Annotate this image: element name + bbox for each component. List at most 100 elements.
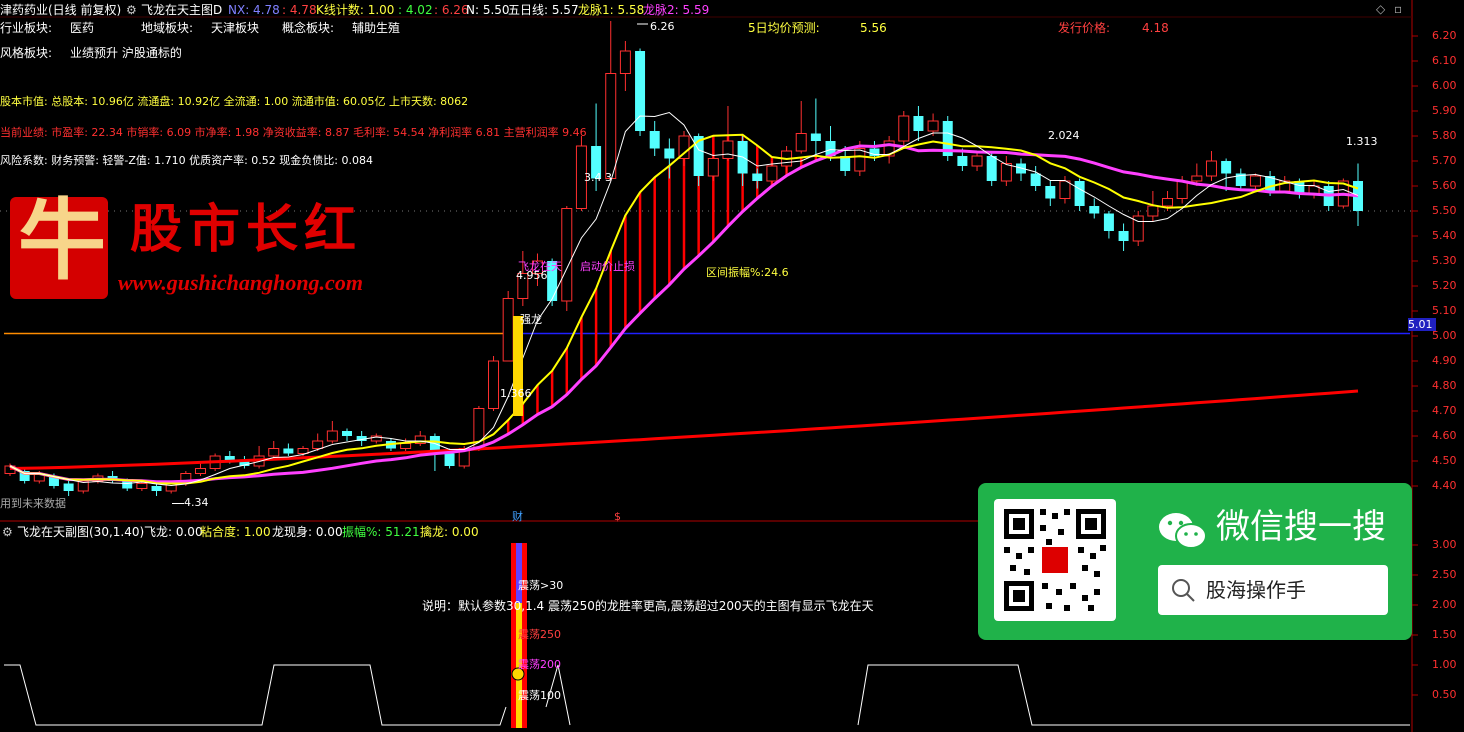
candle-down	[1030, 173, 1041, 186]
sub-band-red	[511, 543, 516, 728]
settings-icon[interactable]: ⚙	[126, 3, 137, 17]
watermark-bull: 牛	[18, 188, 107, 292]
finance-marker[interactable]: 财	[512, 510, 523, 523]
candle-down	[283, 448, 294, 454]
sub-tick: 1.00	[1432, 658, 1457, 671]
sub-tick: 1.50	[1432, 628, 1457, 641]
candle-up	[1147, 205, 1159, 217]
candle-down	[649, 131, 660, 149]
concept-label: 概念板块:	[282, 21, 335, 35]
signal-bar	[513, 316, 523, 416]
label-1366: 1.366	[500, 387, 532, 400]
candle-up	[561, 208, 573, 302]
sub-nianhe: 粘合度: 1.00	[200, 525, 271, 539]
wechat-title: 微信搜一搜	[1216, 507, 1386, 547]
sub-tick: 0.50	[1432, 688, 1457, 701]
candle-up	[854, 148, 866, 172]
indicator-title[interactable]: 飞龙在天主图D	[141, 3, 222, 17]
sub-title[interactable]: 飞龙在天副图(30,1.40)	[17, 525, 144, 539]
candle-up	[400, 443, 412, 449]
sub-label-30: 震荡>30	[518, 579, 564, 592]
candle-up	[971, 155, 983, 167]
label-1313: 1.313	[1346, 135, 1378, 148]
label-stop-loss: 启动价止损	[580, 260, 635, 273]
candle-up	[722, 140, 734, 159]
candle-up	[1249, 175, 1261, 187]
ma5-label: 五日线: 5.57	[508, 3, 579, 17]
candle-up	[707, 158, 719, 177]
candle-up	[326, 430, 338, 442]
candle-up	[1191, 175, 1203, 182]
square-icon[interactable]: ▫	[1394, 2, 1402, 16]
wechat-card[interactable]: 微信搜一搜 股海操作手	[978, 483, 1412, 640]
candle-up	[898, 115, 910, 142]
candle-down	[444, 453, 455, 466]
n-label: N: 5.50	[466, 3, 510, 17]
label-feilong: 飞龙在天	[518, 260, 562, 273]
price-tick: 5.70	[1432, 154, 1457, 167]
candle-down	[664, 148, 675, 159]
sub-label-100: 震荡100	[518, 689, 561, 702]
price-tick: 4.60	[1432, 429, 1457, 442]
candle-down	[122, 481, 133, 489]
price-tick: 5.20	[1432, 279, 1457, 292]
longmai2-label: 龙脉2: 5.59	[643, 3, 710, 17]
candle-down	[957, 156, 968, 166]
candle-down	[1221, 161, 1232, 174]
candle-down	[986, 156, 997, 181]
style-label: 风格板块:	[0, 46, 53, 60]
sub-label-250: 震荡250	[518, 628, 561, 641]
price-tick: 5.90	[1432, 104, 1457, 117]
candle-down	[342, 431, 352, 436]
price-tick: 6.20	[1432, 29, 1457, 42]
price-tick: 5.50	[1432, 204, 1457, 217]
qr-code-icon	[994, 499, 1116, 621]
up-value: : 4.02	[398, 3, 433, 17]
sub-zhenfu: 振幅%: 51.21	[342, 525, 420, 539]
label-2024: 2.024	[1048, 129, 1080, 142]
candle-down	[63, 483, 74, 491]
sub-label-200: 震荡200	[518, 658, 561, 671]
longmai1-label: 龙脉1: 5.58	[578, 3, 645, 17]
down-value: : 6.26	[434, 3, 469, 17]
watermark-url: www.gushichanghong.com	[118, 270, 363, 295]
sub-tick: 3.00	[1432, 538, 1457, 551]
diamond-icon[interactable]: ◇	[1376, 2, 1385, 16]
candle-up	[795, 133, 807, 152]
candle-up	[297, 448, 309, 454]
future-data-note: 用到未来数据	[0, 497, 66, 510]
candle-up	[1176, 180, 1188, 199]
price-tick: 4.80	[1432, 379, 1457, 392]
price-tick: 6.10	[1432, 54, 1457, 67]
candle-up	[619, 50, 631, 74]
candle-up	[1000, 163, 1012, 182]
candle-down	[1074, 181, 1085, 206]
candle-up	[165, 483, 177, 492]
candle-up	[927, 120, 939, 132]
label-strong-dragon: 强龙	[520, 313, 542, 326]
nx-label: NX: 4.78	[228, 3, 280, 17]
stock-title[interactable]: 津药药业(日线 前复权)	[0, 3, 121, 17]
candle-down	[1045, 186, 1056, 199]
dollar-marker[interactable]: $	[614, 510, 621, 523]
search-icon	[1170, 577, 1196, 603]
sub-tick: 2.50	[1432, 568, 1457, 581]
label-3-4: 3.4 3	[584, 171, 612, 184]
sub-feilong: 飞龙: 0.00	[144, 525, 203, 539]
price-tick: 5.10	[1432, 304, 1457, 317]
candle-up	[1205, 160, 1217, 177]
wechat-search-box[interactable]: 股海操作手	[1158, 565, 1388, 615]
low-label: 4.34	[184, 496, 209, 509]
sub-settings-icon[interactable]: ⚙	[2, 525, 13, 539]
sub-longxian: 龙现身: 0.00	[272, 525, 343, 539]
wechat-icon	[1158, 511, 1208, 551]
forecast-label: 5日均价预测:	[748, 21, 820, 35]
sub-band-blue	[516, 543, 522, 603]
sub-note: 说明：默认参数30,1.4 震荡250的龙胜率更高,震荡超过200天的主图有显示…	[422, 599, 874, 613]
price-tick: 6.00	[1432, 79, 1457, 92]
candle-up	[194, 468, 206, 474]
candle-down	[1089, 206, 1100, 214]
candle-down	[1103, 213, 1114, 231]
price-tick: 4.50	[1432, 454, 1457, 467]
industry-value: 医药	[70, 21, 95, 35]
